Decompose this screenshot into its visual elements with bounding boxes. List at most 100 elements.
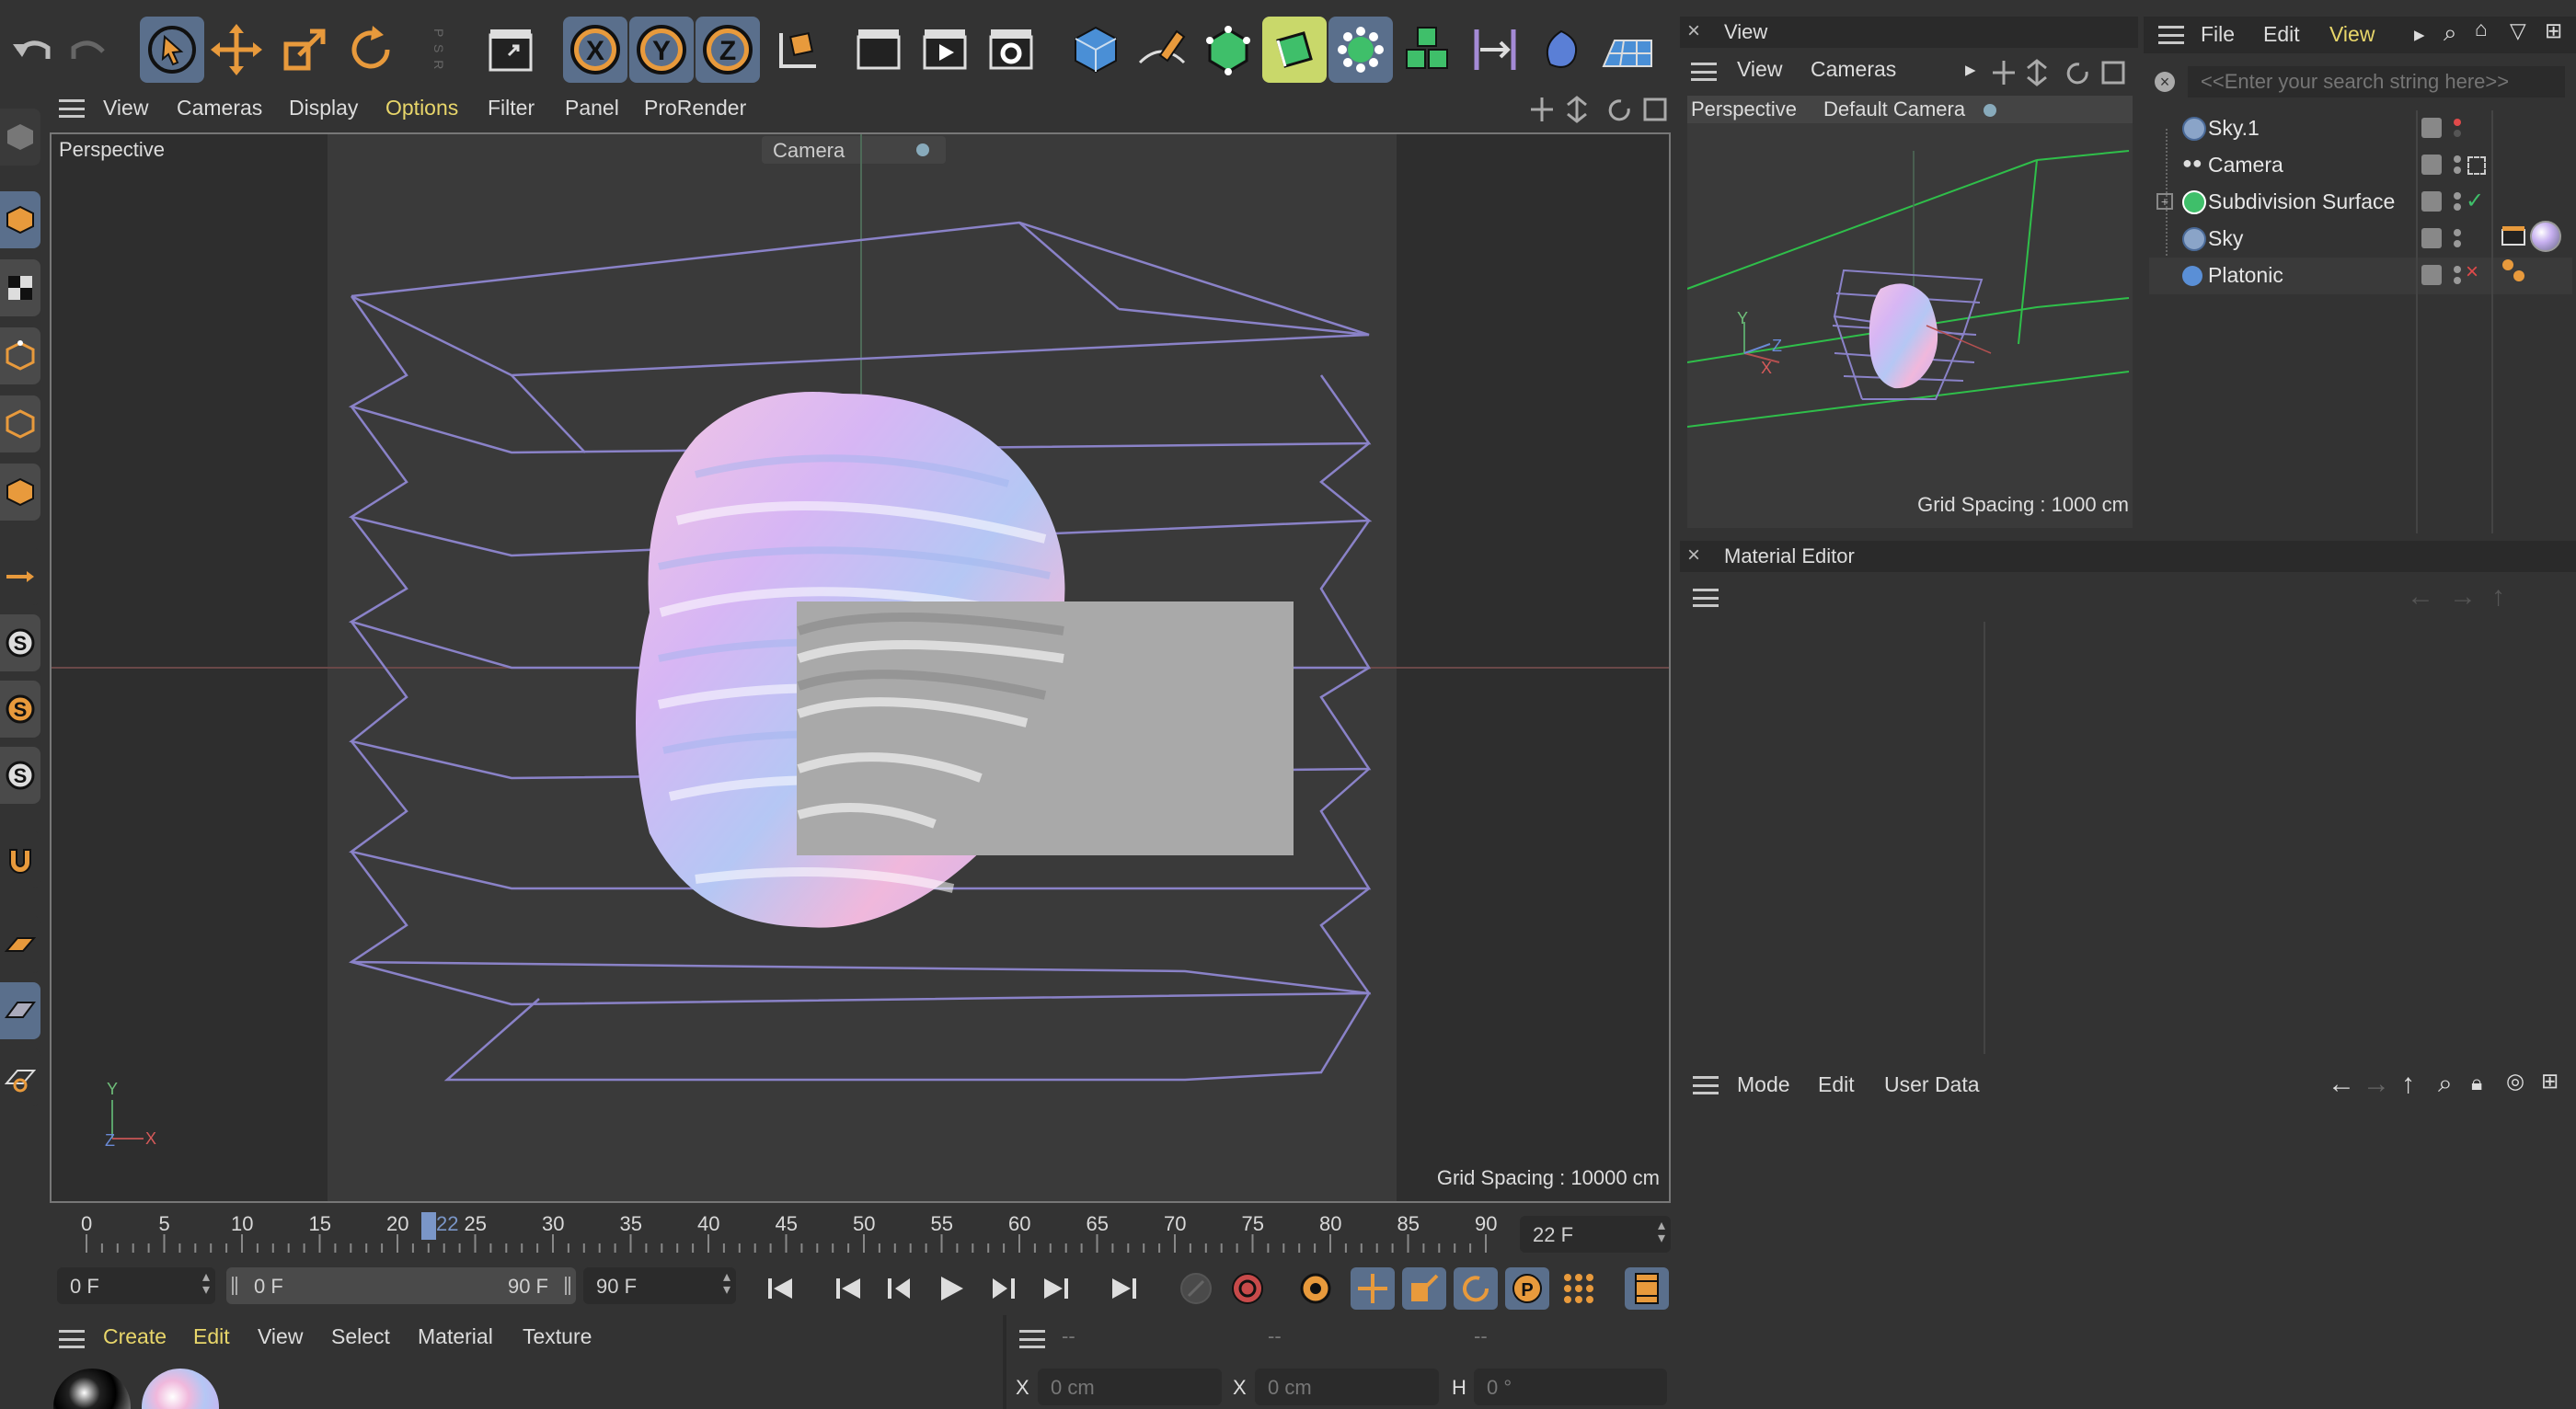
material-tag-icon[interactable] xyxy=(2530,221,2561,252)
range-handle-left[interactable] xyxy=(232,1277,237,1295)
clapper-icon[interactable] xyxy=(478,17,543,83)
menu-filter[interactable]: Filter xyxy=(488,96,535,120)
edges-mode-icon[interactable] xyxy=(0,395,40,452)
visibility-dots-icon[interactable] xyxy=(2453,118,2462,138)
disabled-x-icon[interactable]: × xyxy=(2466,259,2478,285)
generator-icon[interactable] xyxy=(1529,17,1593,83)
forward-arrow-icon[interactable]: → xyxy=(2363,1069,2390,1100)
autokey-icon[interactable] xyxy=(1225,1267,1270,1310)
stepper-icon[interactable]: ▴ ▾ xyxy=(723,1270,730,1298)
model-mode-icon[interactable] xyxy=(0,191,40,248)
point-level-animation-icon[interactable] xyxy=(1557,1267,1601,1310)
new-view-icon[interactable]: ⊞ xyxy=(2545,18,2562,43)
render-settings-icon[interactable] xyxy=(979,17,1043,83)
visibility-dots-icon[interactable] xyxy=(2453,155,2462,175)
menu-prorender[interactable]: ProRender xyxy=(644,96,746,120)
phong-tag-icon[interactable] xyxy=(2501,258,2526,283)
attributes-menu-icon[interactable] xyxy=(1693,1076,1719,1094)
menu-cameras[interactable]: Cameras xyxy=(177,96,262,120)
material-editor-nav-icons[interactable]: ←→↑ xyxy=(2407,581,2576,613)
timeline-window-icon[interactable] xyxy=(1625,1267,1669,1310)
view-panel-menu-cameras[interactable]: Cameras xyxy=(1811,57,1896,82)
mograph-icon[interactable] xyxy=(1328,17,1393,83)
frame-range-slider[interactable]: 0 F 90 F xyxy=(226,1267,576,1304)
up-arrow-icon[interactable]: ↑ xyxy=(2401,1069,2415,1100)
go-to-start-icon[interactable] xyxy=(758,1267,802,1310)
enabled-check-icon[interactable]: ✓ xyxy=(2466,188,2484,214)
snap-icon[interactable] xyxy=(0,831,40,888)
mm-menu-select[interactable]: Select xyxy=(331,1324,390,1349)
chevron-right-icon[interactable]: ▸ xyxy=(2414,22,2425,47)
redo-icon[interactable] xyxy=(57,17,121,83)
menu-panel[interactable]: Panel xyxy=(565,96,619,120)
current-frame-field[interactable]: 22 F ▴ ▾ xyxy=(1520,1216,1671,1253)
points-mode-icon[interactable] xyxy=(0,327,40,384)
om-menu-file[interactable]: File xyxy=(2201,22,2235,47)
coord-h-field[interactable]: 0 ° xyxy=(1474,1369,1667,1405)
attr-menu-edit[interactable]: Edit xyxy=(1818,1072,1855,1097)
om-menu-view[interactable]: View xyxy=(2329,22,2375,47)
view-panel-viewport[interactable]: Perspective Default Camera Y Z X Grid Sp… xyxy=(1687,96,2133,528)
x-axis-lock-icon[interactable]: X xyxy=(563,17,627,83)
menu-options[interactable]: Options xyxy=(385,96,458,120)
position-track-icon[interactable] xyxy=(1351,1267,1395,1310)
cube-icon[interactable] xyxy=(1064,17,1128,83)
stepper-icon[interactable]: ▴ ▾ xyxy=(1658,1219,1665,1246)
record-active-icon[interactable] xyxy=(1174,1267,1218,1310)
pen-icon[interactable] xyxy=(1130,17,1194,83)
new-panel-icon[interactable]: ⊞ xyxy=(2541,1069,2559,1094)
material-swatch-chrome[interactable] xyxy=(53,1369,131,1409)
material-manager-menu-icon[interactable] xyxy=(59,1330,85,1348)
solo-off-icon[interactable]: S xyxy=(0,747,40,804)
om-menu-edit[interactable]: Edit xyxy=(2263,22,2300,47)
next-frame-icon[interactable] xyxy=(981,1267,1025,1310)
scale-track-icon[interactable] xyxy=(1402,1267,1446,1310)
start-frame-field[interactable]: 0 F ▴ ▾ xyxy=(57,1267,215,1304)
solo-hierarchy-icon[interactable]: S xyxy=(0,681,40,738)
edit-toggle-icon[interactable] xyxy=(2421,118,2442,138)
menu-view[interactable]: View xyxy=(103,96,148,120)
keyframe-selection-icon[interactable] xyxy=(1294,1267,1338,1310)
object-row-camera[interactable]: ●● Camera xyxy=(2149,147,2572,184)
stepper-icon[interactable]: ▴ ▾ xyxy=(202,1270,210,1298)
end-frame-field[interactable]: 90 F ▴ ▾ xyxy=(583,1267,736,1304)
polygons-mode-icon[interactable] xyxy=(0,464,40,521)
move-icon[interactable] xyxy=(204,17,269,83)
search-icon[interactable]: ⌕ xyxy=(2444,18,2457,48)
chevron-right-icon[interactable]: ▸ xyxy=(1965,57,1976,82)
render-tag-icon[interactable] xyxy=(2501,224,2526,246)
play-icon[interactable] xyxy=(929,1267,973,1310)
coordinate-menu-icon[interactable] xyxy=(1019,1330,1045,1348)
viewport-nav-icons[interactable] xyxy=(1529,96,1667,123)
parameter-track-icon[interactable]: P xyxy=(1505,1267,1549,1310)
attr-menu-mode[interactable]: Mode xyxy=(1737,1072,1790,1097)
edit-toggle-icon[interactable] xyxy=(2421,228,2442,248)
lock-icon[interactable]: 🔒︎ xyxy=(2471,1071,2482,1095)
mm-menu-create[interactable]: Create xyxy=(103,1324,167,1349)
mm-menu-view[interactable]: View xyxy=(258,1324,303,1349)
previous-key-icon[interactable] xyxy=(826,1267,870,1310)
object-row-sky-1[interactable]: Sky.1 xyxy=(2149,110,2572,147)
rotate-icon[interactable] xyxy=(339,17,403,83)
mm-menu-material[interactable]: Material xyxy=(418,1324,493,1349)
perspective-viewport[interactable]: Perspective Camera Y Z X Grid Spacing: … xyxy=(50,132,1671,1203)
cloner-icon[interactable] xyxy=(1397,17,1461,83)
mm-menu-texture[interactable]: Texture xyxy=(523,1324,592,1349)
coord-x-field[interactable]: 0 cm xyxy=(1038,1369,1222,1405)
view-panel-menu-view[interactable]: View xyxy=(1737,57,1782,82)
visibility-dots-icon[interactable] xyxy=(2453,191,2462,212)
previous-frame-icon[interactable] xyxy=(878,1267,922,1310)
target-icon[interactable]: ◎ xyxy=(2506,1069,2524,1094)
view-panel-menu-icon[interactable] xyxy=(1691,63,1717,81)
range-handle-right[interactable] xyxy=(565,1277,570,1295)
coord-size-x-field[interactable]: 0 cm xyxy=(1255,1369,1439,1405)
solo-icon[interactable]: S xyxy=(0,614,40,671)
axis-mode-icon[interactable] xyxy=(0,548,40,605)
psr-icon[interactable]: P S R xyxy=(407,17,471,83)
scale-icon[interactable] xyxy=(272,17,337,83)
extrude-icon[interactable] xyxy=(1262,17,1327,83)
view-panel-nav-icons[interactable] xyxy=(1991,59,2129,86)
object-manager-menu-icon[interactable] xyxy=(2158,26,2184,44)
camera-target-icon[interactable] xyxy=(2467,156,2486,175)
search-icon[interactable]: ⌕ xyxy=(2438,1069,2453,1099)
